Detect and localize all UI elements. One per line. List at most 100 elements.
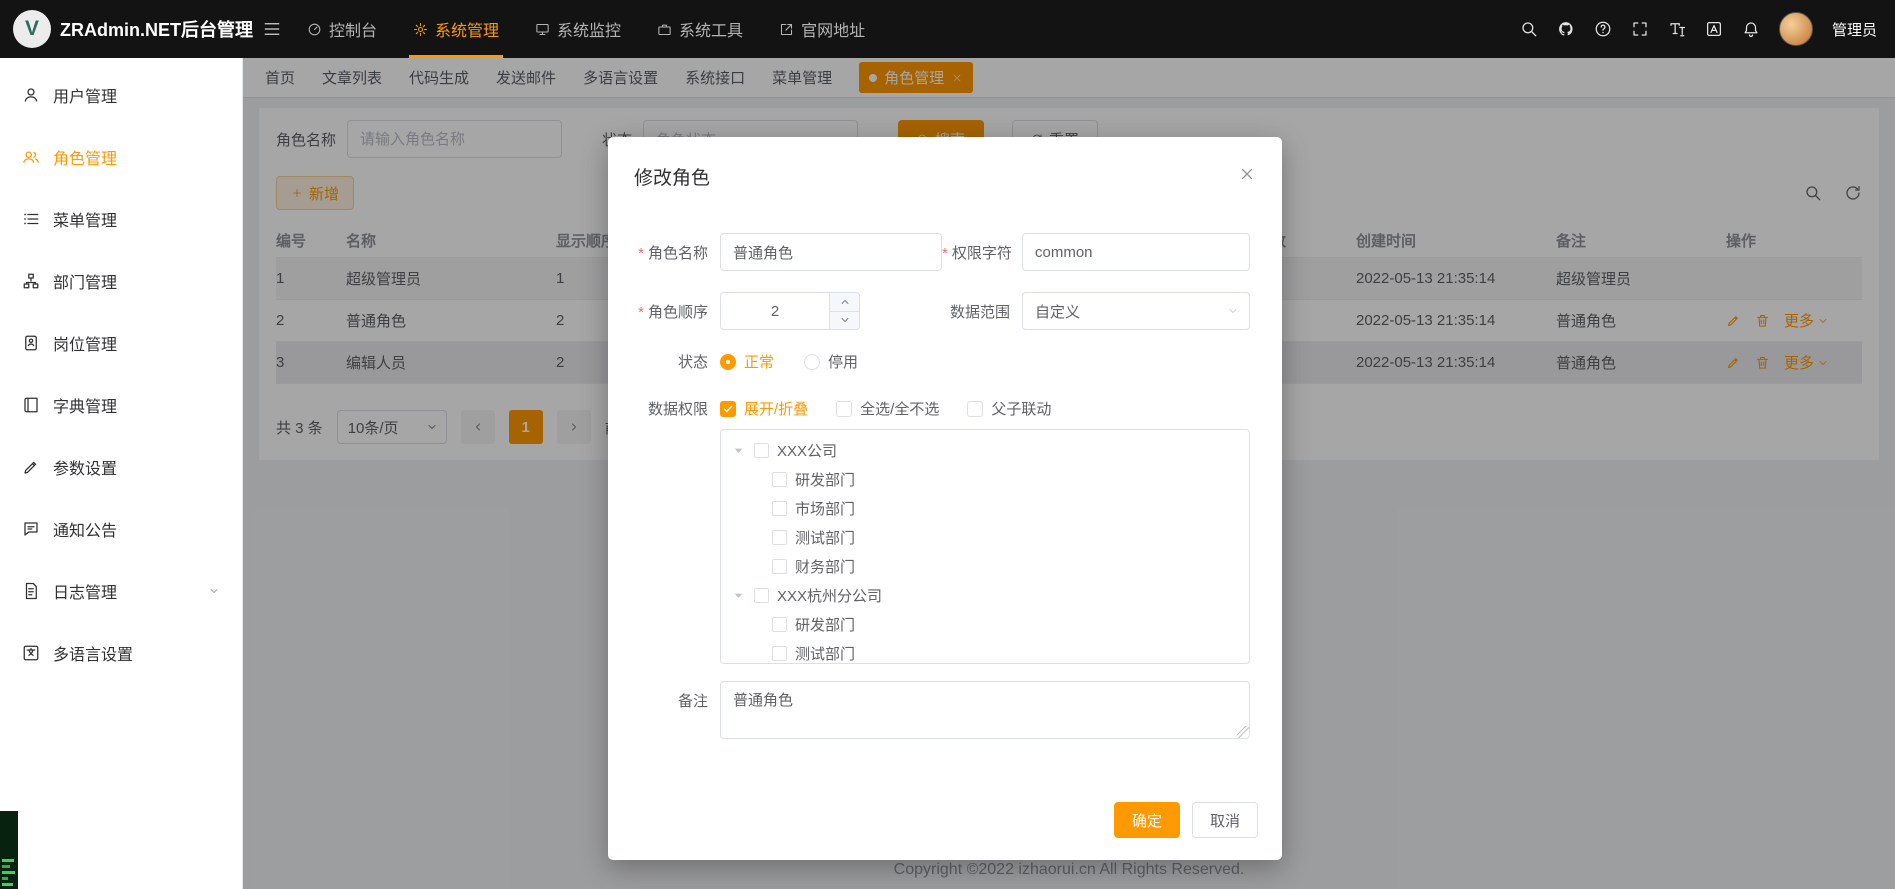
notification-bell-icon[interactable] xyxy=(1742,20,1760,38)
role-sort-field-label: 角色顺序 xyxy=(632,301,720,322)
tree-node-child[interactable]: 测试部门 xyxy=(721,523,1249,552)
nav-system-tools[interactable]: 系统工具 xyxy=(657,0,743,58)
nav-system-tools-label: 系统工具 xyxy=(679,17,743,41)
radio-label: 正常 xyxy=(744,351,774,372)
nav-console-label: 控制台 xyxy=(329,17,377,41)
dialog-footer: 确定 取消 xyxy=(1114,802,1258,838)
help-icon[interactable] xyxy=(1594,20,1612,38)
nav-system-management[interactable]: 系统管理 xyxy=(413,0,499,58)
search-icon[interactable] xyxy=(1520,20,1538,38)
github-icon[interactable] xyxy=(1557,20,1575,38)
tree-node-label: 研发部门 xyxy=(795,469,855,490)
nav-system-monitor[interactable]: 系统监控 xyxy=(535,0,621,58)
tree-node-child[interactable]: 市场部门 xyxy=(721,494,1249,523)
form-row-remark: 备注 普通角色 xyxy=(632,681,1258,739)
current-username[interactable]: 管理员 xyxy=(1832,19,1877,40)
topbar: V ZRAdmin.NET后台管理 控制台 系统管理 系统监控 系统工具 官网地… xyxy=(0,0,1895,58)
decrease-button[interactable] xyxy=(830,312,859,330)
sidebar-item-label: 部门管理 xyxy=(53,269,117,293)
app-title: ZRAdmin.NET后台管理 xyxy=(60,16,253,42)
app-logo[interactable]: V ZRAdmin.NET后台管理 xyxy=(0,10,243,48)
tree-node-child[interactable]: 研发部门 xyxy=(721,465,1249,494)
tree-node-root[interactable]: XXX公司 xyxy=(721,436,1249,465)
role-key-field-label: 权限字符 xyxy=(942,242,1022,263)
language-icon[interactable] xyxy=(1705,20,1723,38)
fullscreen-icon[interactable] xyxy=(1631,20,1649,38)
radio-icon xyxy=(720,354,736,370)
tree-node-child[interactable]: 研发部门 xyxy=(721,610,1249,639)
tree-node-label: 财务部门 xyxy=(795,556,855,577)
permission-tree: XXX公司 研发部门 市场部门 测试部门 财务部门 xyxy=(720,429,1250,664)
role-name-field-label: 角色名称 xyxy=(632,242,720,263)
remark-textarea[interactable]: 普通角色 xyxy=(720,681,1250,739)
sidebar-item-label: 用户管理 xyxy=(53,83,117,107)
cancel-button[interactable]: 取消 xyxy=(1192,802,1258,838)
sidebar-item-dept-mgmt[interactable]: 部门管理 xyxy=(0,250,242,312)
font-size-icon[interactable] xyxy=(1668,20,1686,38)
checkbox-label: 全选/全不选 xyxy=(860,398,939,419)
sidebar-item-role-mgmt[interactable]: 角色管理 xyxy=(0,126,242,188)
dashboard-icon xyxy=(307,22,322,37)
radio-status-disabled[interactable]: 停用 xyxy=(804,351,858,372)
sidebar-item-dict-mgmt[interactable]: 字典管理 xyxy=(0,374,242,436)
nav-system-monitor-label: 系统监控 xyxy=(557,17,621,41)
gear-icon xyxy=(413,22,428,37)
tree-node-child[interactable]: 测试部门 xyxy=(721,639,1249,664)
tree-checkbox[interactable] xyxy=(772,559,787,574)
tree-checkbox[interactable] xyxy=(772,646,787,661)
caret-down-icon[interactable] xyxy=(731,443,746,458)
tree-node-root[interactable]: XXX杭州分公司 xyxy=(721,581,1249,610)
form-row-data-perm: 数据权限 展开/折叠 全选/全不选 父子联动 xyxy=(632,398,1258,419)
top-navigation: 控制台 系统管理 系统监控 系统工具 官网地址 xyxy=(307,0,865,58)
checkbox-select-all[interactable]: 全选/全不选 xyxy=(836,398,939,419)
perf-bar xyxy=(2,877,8,880)
document-icon xyxy=(22,582,40,600)
form-row-name-key: 角色名称 权限字符 xyxy=(632,233,1258,271)
main-content: 首页 文章列表 代码生成 发送邮件 多语言设置 系统接口 菜单管理 角色管理 角… xyxy=(243,58,1895,889)
status-radio-group: 正常 停用 xyxy=(720,351,858,372)
checkbox-parent-child-link[interactable]: 父子联动 xyxy=(967,398,1051,419)
logo-mark: V xyxy=(13,10,51,48)
nav-console[interactable]: 控制台 xyxy=(307,0,377,58)
nav-official-site[interactable]: 官网地址 xyxy=(779,0,865,58)
tree-node-label: XXX杭州分公司 xyxy=(777,585,882,606)
tree-checkbox[interactable] xyxy=(754,443,769,458)
data-scope-value: 自定义 xyxy=(1035,301,1080,322)
tree-checkbox[interactable] xyxy=(772,472,787,487)
sidebar-toggle-icon[interactable] xyxy=(263,20,281,38)
caret-down-icon[interactable] xyxy=(731,588,746,603)
confirm-button[interactable]: 确定 xyxy=(1114,802,1180,838)
tree-checkbox[interactable] xyxy=(772,530,787,545)
role-key-field[interactable] xyxy=(1022,233,1250,271)
form-row-status: 状态 正常 停用 xyxy=(632,351,1258,372)
dialog-close-icon[interactable] xyxy=(1238,165,1256,183)
role-sort-value: 2 xyxy=(721,293,829,329)
tree-checkbox[interactable] xyxy=(772,501,787,516)
role-sort-stepper[interactable]: 2 xyxy=(720,292,860,330)
perm-checkbox-group: 展开/折叠 全选/全不选 父子联动 xyxy=(720,398,1051,419)
role-name-field[interactable] xyxy=(720,233,942,271)
checkbox-icon xyxy=(836,401,852,417)
user-avatar[interactable] xyxy=(1779,12,1813,46)
sidebar-item-log-mgmt[interactable]: 日志管理 xyxy=(0,560,242,622)
sidebar-item-user-mgmt[interactable]: 用户管理 xyxy=(0,64,242,126)
sidebar-item-param-settings[interactable]: 参数设置 xyxy=(0,436,242,498)
sidebar-item-label: 通知公告 xyxy=(53,517,117,541)
increase-button[interactable] xyxy=(830,293,859,312)
checkbox-icon xyxy=(720,401,736,417)
checkbox-icon xyxy=(967,401,983,417)
tree-checkbox[interactable] xyxy=(754,588,769,603)
chevron-down-icon xyxy=(208,585,220,597)
sidebar-item-post-mgmt[interactable]: 岗位管理 xyxy=(0,312,242,374)
checkbox-expand-collapse[interactable]: 展开/折叠 xyxy=(720,398,808,419)
radio-label: 停用 xyxy=(828,351,858,372)
performance-widget[interactable] xyxy=(0,811,18,889)
data-scope-select[interactable]: 自定义 xyxy=(1022,292,1250,330)
sidebar-item-i18n-settings[interactable]: 多语言设置 xyxy=(0,622,242,684)
sidebar-item-notice[interactable]: 通知公告 xyxy=(0,498,242,560)
checkbox-label: 展开/折叠 xyxy=(744,398,808,419)
radio-status-normal[interactable]: 正常 xyxy=(720,351,774,372)
tree-checkbox[interactable] xyxy=(772,617,787,632)
sidebar-item-menu-mgmt[interactable]: 菜单管理 xyxy=(0,188,242,250)
tree-node-child[interactable]: 财务部门 xyxy=(721,552,1249,581)
